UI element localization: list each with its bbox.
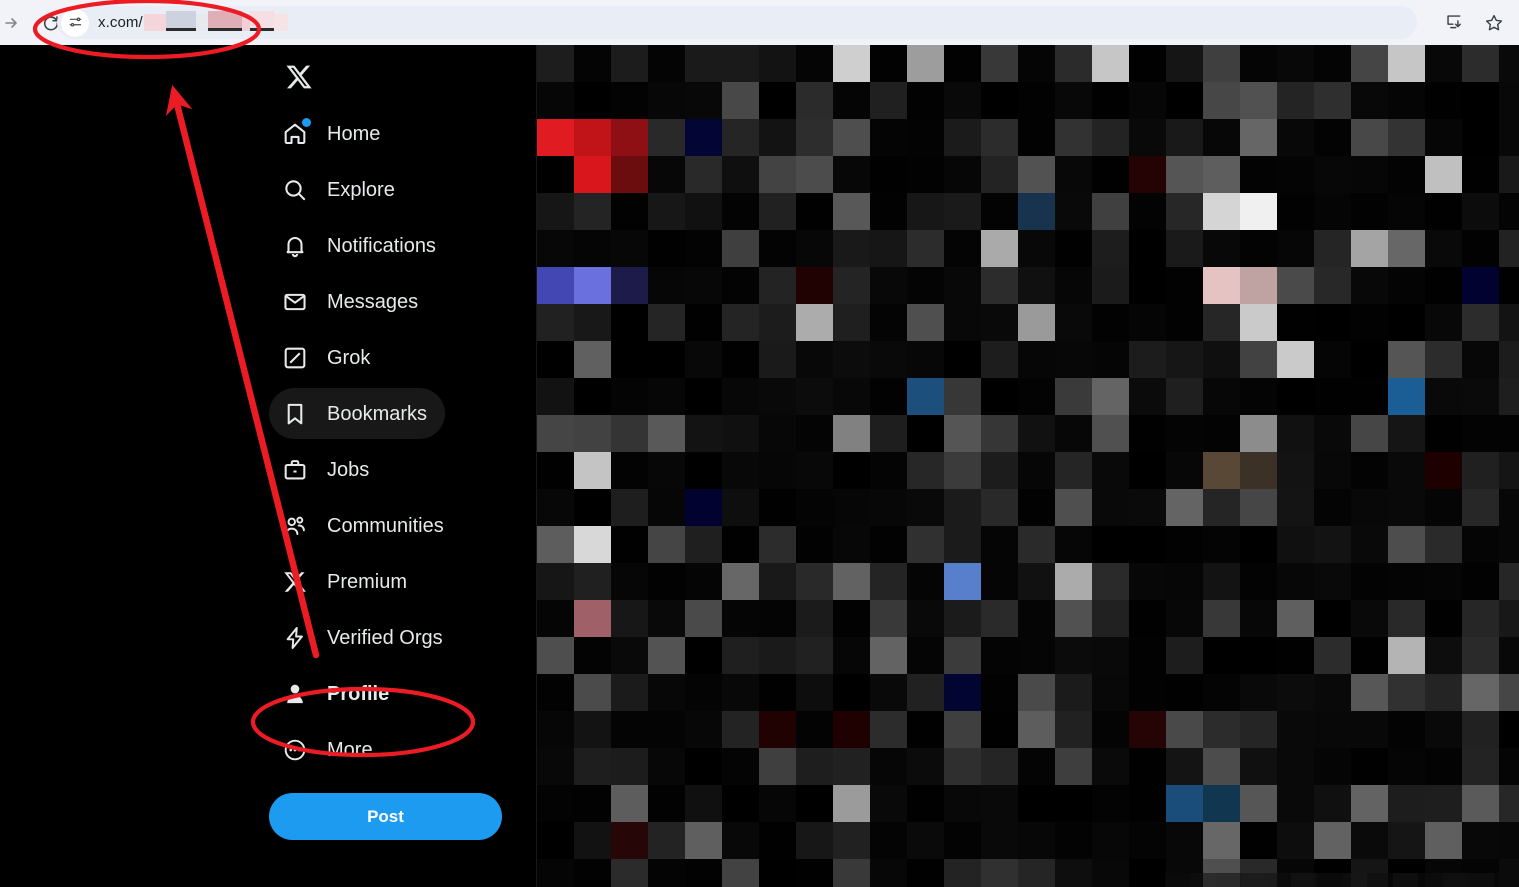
sidebar-item-label: More (327, 738, 373, 761)
footer-links-strip (1165, 873, 1519, 887)
sidebar-item-label: Premium (327, 570, 408, 593)
sidebar-item-label: Messages (327, 290, 419, 313)
url-host-path: x.com/ (98, 14, 143, 31)
bell-icon (280, 231, 310, 261)
briefcase-icon (280, 455, 310, 485)
back-arrow-icon[interactable] (0, 15, 22, 31)
sidebar-item-profile[interactable]: Profile (269, 668, 407, 719)
sidebar-item-bookmarks[interactable]: Bookmarks (269, 388, 446, 439)
sidebar-item-label: Explore (327, 178, 395, 201)
sidebar-item-label: Profile (327, 682, 390, 705)
x-web-app: Home Explore Notifications Messages Grok… (0, 45, 1519, 887)
sidebar-item-messages[interactable]: Messages (269, 276, 436, 327)
x-premium-icon (280, 567, 310, 597)
pixelated-content-mosaic (537, 45, 1519, 887)
site-settings-tune-icon[interactable] (61, 8, 89, 37)
search-icon (280, 175, 310, 205)
envelope-icon (280, 287, 310, 317)
sidebar-item-communities[interactable]: Communities (269, 500, 462, 551)
bookmark-icon (280, 399, 310, 429)
sidebar-item-label: Jobs (327, 458, 370, 481)
address-bar-url: x.com/ (98, 11, 288, 31)
post-button[interactable]: Post (269, 793, 502, 840)
sidebar-item-label: Verified Orgs (327, 626, 443, 649)
sidebar-item-label: Notifications (327, 234, 436, 257)
person-icon (280, 679, 310, 709)
sidebar-item-explore[interactable]: Explore (269, 164, 413, 215)
home-icon (280, 117, 311, 149)
sidebar-item-home[interactable]: Home (269, 108, 398, 159)
sidebar-item-notifications[interactable]: Notifications (269, 220, 454, 271)
bookmark-star-icon[interactable] (1481, 10, 1507, 36)
install-app-icon[interactable] (1441, 10, 1467, 36)
primary-navigation-sidebar: Home Explore Notifications Messages Grok… (0, 45, 537, 887)
browser-toolbar: x.com/ (0, 0, 1519, 45)
more-ellipsis-icon (280, 735, 310, 765)
sidebar-item-label: Bookmarks (327, 402, 428, 425)
profile-content-censored (537, 45, 1519, 887)
address-bar[interactable]: x.com/ (57, 6, 1417, 39)
sidebar-item-more[interactable]: More (269, 724, 391, 775)
grok-icon (280, 343, 310, 373)
lightning-bolt-icon (280, 623, 310, 653)
sidebar-item-label: Home (327, 122, 381, 145)
communities-icon (280, 511, 310, 541)
sidebar-item-grok[interactable]: Grok (269, 332, 388, 383)
url-redacted-username (143, 11, 288, 31)
home-unread-badge (302, 117, 311, 127)
browser-action-buttons (1441, 0, 1507, 45)
sidebar-item-jobs[interactable]: Jobs (269, 444, 387, 495)
sidebar-item-label: Grok (327, 346, 371, 369)
sidebar-item-premium[interactable]: Premium (269, 556, 425, 607)
sidebar-item-verified-orgs[interactable]: Verified Orgs (269, 612, 461, 663)
x-logo-icon[interactable] (273, 51, 325, 103)
nav-inner: Home Explore Notifications Messages Grok… (269, 45, 537, 840)
sidebar-item-label: Communities (327, 514, 444, 537)
